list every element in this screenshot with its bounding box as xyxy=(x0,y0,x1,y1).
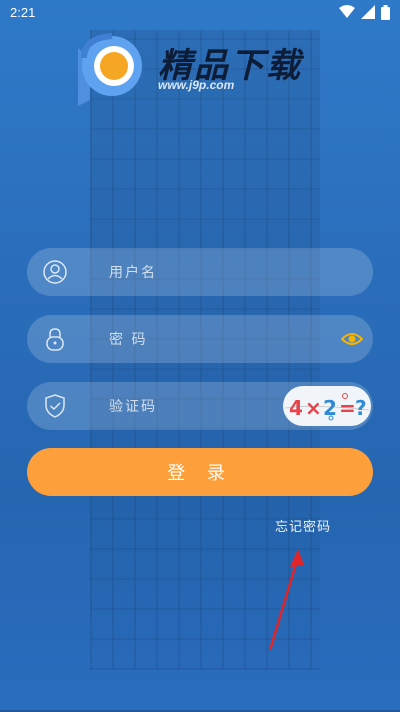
app-logo: 精品下载 www.j9p.com xyxy=(70,28,330,110)
status-time: 2:21 xyxy=(10,4,36,20)
captcha-field[interactable]: 4 × 2 = ? xyxy=(27,382,373,432)
eye-icon[interactable] xyxy=(341,329,363,349)
password-input[interactable] xyxy=(107,315,351,365)
signal-icon xyxy=(361,5,375,19)
password-field[interactable] xyxy=(27,315,373,365)
logo-url: www.j9p.com xyxy=(158,78,235,92)
status-icons xyxy=(339,4,390,20)
battery-icon xyxy=(381,4,390,20)
captcha-graphic: 4 × 2 = ? xyxy=(284,393,370,421)
wifi-icon xyxy=(339,5,355,18)
svg-text:×: × xyxy=(305,396,322,420)
user-icon xyxy=(43,260,67,284)
login-button[interactable]: 登 录 xyxy=(27,448,373,496)
username-input[interactable] xyxy=(107,248,351,298)
annotation-arrow xyxy=(268,549,304,651)
svg-text:4: 4 xyxy=(289,396,303,420)
shield-icon xyxy=(45,394,65,418)
username-field[interactable] xyxy=(27,248,373,298)
svg-text:?: ? xyxy=(355,396,367,420)
logo-p-icon xyxy=(78,33,142,106)
forgot-password-link[interactable]: 忘记密码 xyxy=(275,516,331,535)
status-bar: 2:21 xyxy=(0,0,400,24)
captcha-image[interactable]: 4 × 2 = ? xyxy=(283,386,371,426)
lock-icon xyxy=(46,328,64,351)
